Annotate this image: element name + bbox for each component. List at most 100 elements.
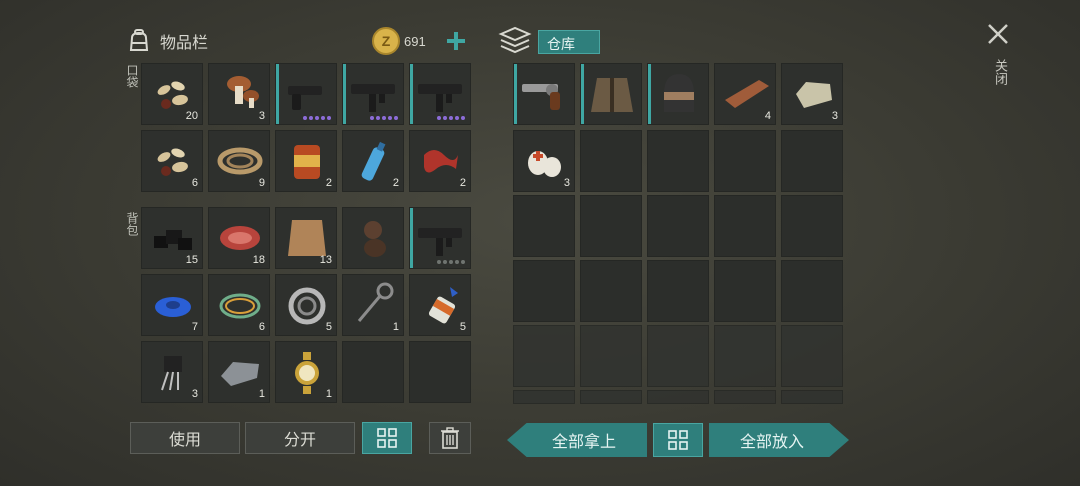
storage-title: 仓库 — [547, 36, 575, 52]
empty-slot[interactable] — [714, 325, 776, 387]
close-button[interactable]: 关闭 — [984, 20, 1012, 100]
grid-sort-icon — [377, 428, 397, 448]
item-count: 6 — [258, 321, 265, 333]
empty-slot[interactable] — [647, 195, 709, 257]
split-button[interactable]: 分开 — [245, 422, 355, 454]
item-slot-canned-food[interactable]: 2 — [275, 130, 337, 192]
item-slot-tape[interactable]: 7 — [141, 274, 203, 336]
empty-slot[interactable] — [781, 130, 843, 192]
item-slot-key[interactable]: 1 — [342, 274, 404, 336]
inventory-title: 物品栏 — [160, 35, 209, 52]
item-slot-transistor[interactable]: 3 — [141, 341, 203, 403]
empty-slot[interactable] — [513, 195, 575, 257]
storage-icon — [497, 24, 533, 63]
rarity-dots — [437, 116, 465, 120]
empty-slot[interactable] — [580, 130, 642, 192]
coin-count: 691 — [404, 33, 426, 49]
item-slot-helmet[interactable] — [647, 63, 709, 125]
item-slot-smg[interactable] — [409, 207, 471, 269]
item-slot-raw-bacon[interactable]: 2 — [409, 130, 471, 192]
take-all-button[interactable]: 全部拿上 — [507, 423, 647, 457]
item-count: 9 — [258, 177, 265, 189]
item-count: 3 — [191, 388, 198, 400]
item-slot-smg[interactable] — [342, 63, 404, 125]
item-count: 3 — [831, 110, 838, 122]
item-count: 13 — [319, 254, 332, 266]
item-count: 1 — [325, 388, 332, 400]
item-slot-seeds[interactable]: 6 — [141, 130, 203, 192]
item-slot-water-bottle[interactable]: 2 — [342, 130, 404, 192]
item-slot-revolver[interactable] — [513, 63, 575, 125]
empty-slot[interactable] — [781, 325, 843, 387]
item-slot-wood-plank[interactable]: 4 — [714, 63, 776, 125]
item-slot-watch[interactable]: 1 — [275, 341, 337, 403]
grid-sort-icon — [668, 430, 688, 450]
item-slot-puppy[interactable] — [342, 207, 404, 269]
revolver-icon — [522, 84, 560, 110]
backpack-label: 背包 — [125, 212, 139, 236]
empty-slot[interactable] — [647, 260, 709, 322]
item-slot-smg[interactable] — [409, 63, 471, 125]
empty-slot[interactable] — [513, 390, 575, 404]
trash-icon — [441, 427, 459, 449]
empty-slot[interactable] — [714, 130, 776, 192]
empty-slot[interactable] — [513, 260, 575, 322]
empty-slot[interactable] — [714, 260, 776, 322]
put-all-label: 全部放入 — [739, 434, 804, 451]
close-icon — [988, 24, 1008, 44]
empty-slot[interactable] — [580, 195, 642, 257]
rarity-dots — [437, 260, 465, 264]
puppy-icon — [364, 221, 386, 257]
storage-tab[interactable]: 仓库 — [538, 30, 600, 54]
item-count: 15 — [185, 254, 198, 266]
item-count: 2 — [392, 177, 399, 189]
empty-slot[interactable] — [647, 390, 709, 404]
empty-slot[interactable] — [781, 390, 843, 404]
empty-slot[interactable] — [781, 195, 843, 257]
empty-slot[interactable] — [513, 325, 575, 387]
use-label: 使用 — [168, 432, 201, 449]
empty-slot[interactable] — [714, 195, 776, 257]
item-slot-glue[interactable]: 5 — [409, 274, 471, 336]
empty-slot[interactable] — [580, 390, 642, 404]
empty-slot[interactable] — [580, 325, 642, 387]
svg-text:Z: Z — [382, 33, 391, 49]
use-button[interactable]: 使用 — [130, 422, 240, 454]
item-slot-coal[interactable]: 15 — [141, 207, 203, 269]
item-count: 3 — [258, 110, 265, 122]
item-slot-metal-ingot[interactable]: 1 — [208, 341, 270, 403]
coin-icon: Z — [372, 27, 400, 55]
helmet-icon — [664, 74, 694, 112]
add-coins-button[interactable] — [444, 29, 468, 53]
item-count: 4 — [764, 110, 771, 122]
empty-slot[interactable] — [781, 260, 843, 322]
item-slot-seeds[interactable]: 20 — [141, 63, 203, 125]
empty-slot[interactable] — [647, 325, 709, 387]
empty-slot[interactable] — [342, 341, 404, 403]
item-slot-jacket[interactable] — [580, 63, 642, 125]
item-count: 2 — [325, 177, 332, 189]
sort-storage-button[interactable] — [653, 423, 703, 457]
item-slot-pistol[interactable] — [275, 63, 337, 125]
item-slot-wire[interactable]: 6 — [208, 274, 270, 336]
rarity-dots — [370, 116, 398, 120]
empty-slot[interactable] — [714, 390, 776, 404]
pocket-label: 口袋 — [125, 64, 139, 88]
item-slot-stone[interactable]: 3 — [781, 63, 843, 125]
item-count: 1 — [392, 321, 399, 333]
item-slot-leather[interactable]: 13 — [275, 207, 337, 269]
empty-slot[interactable] — [409, 341, 471, 403]
item-count: 2 — [459, 177, 466, 189]
empty-slot[interactable] — [647, 130, 709, 192]
item-slot-rope[interactable]: 9 — [208, 130, 270, 192]
trash-button[interactable] — [429, 422, 471, 454]
item-slot-mushrooms[interactable]: 3 — [208, 63, 270, 125]
item-slot-steak[interactable]: 18 — [208, 207, 270, 269]
put-all-button[interactable]: 全部放入 — [709, 423, 849, 457]
item-slot-bandage[interactable]: 3 — [513, 130, 575, 192]
empty-slot[interactable] — [580, 260, 642, 322]
item-slot-bearing[interactable]: 5 — [275, 274, 337, 336]
sort-inventory-button[interactable] — [362, 422, 412, 454]
split-label: 分开 — [283, 432, 316, 449]
rarity-dots — [303, 116, 331, 120]
